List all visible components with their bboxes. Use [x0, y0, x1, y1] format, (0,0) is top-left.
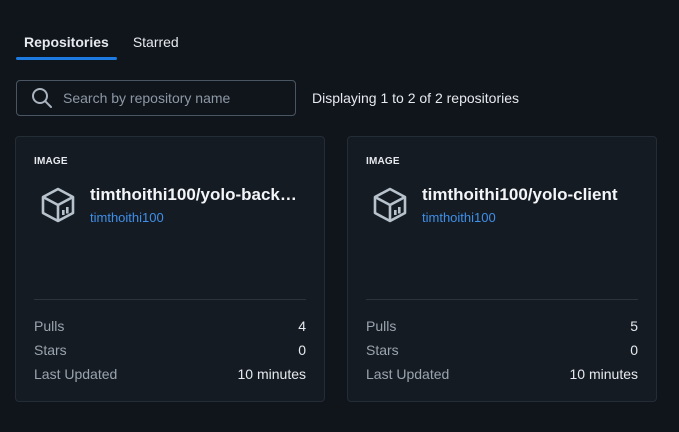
- repository-owner-link[interactable]: timthoithi100: [90, 210, 164, 225]
- search-icon: [32, 88, 52, 108]
- search-input[interactable]: [63, 90, 283, 106]
- pulls-value: 5: [630, 318, 638, 334]
- card-divider: [366, 299, 638, 300]
- pulls-stat: Pulls 5: [366, 318, 638, 336]
- stars-value: 0: [630, 342, 638, 358]
- container-image-icon: [373, 187, 407, 223]
- repositories-page: Repositories Starred Displaying 1 to 2 o…: [0, 0, 679, 432]
- last-updated-value: 10 minutes: [237, 366, 306, 382]
- last-updated-label: Last Updated: [34, 366, 118, 382]
- pulls-value: 4: [298, 318, 306, 334]
- repository-type-label: IMAGE: [34, 156, 68, 167]
- repository-card[interactable]: IMAGE timthoithi100/yolo-client timthoit…: [347, 136, 657, 402]
- last-updated-stat: Last Updated 10 minutes: [34, 366, 306, 384]
- container-image-icon: [41, 187, 75, 223]
- repository-card[interactable]: IMAGE timthoithi100/yolo-backend timthoi…: [15, 136, 325, 402]
- repository-type-label: IMAGE: [366, 156, 400, 167]
- last-updated-value: 10 minutes: [569, 366, 638, 382]
- card-divider: [34, 299, 306, 300]
- stars-label: Stars: [34, 342, 67, 358]
- tab-starred[interactable]: Starred: [125, 24, 187, 60]
- last-updated-label: Last Updated: [366, 366, 450, 382]
- tab-repositories[interactable]: Repositories: [16, 24, 117, 60]
- result-count: Displaying 1 to 2 of 2 repositories: [312, 90, 519, 106]
- stars-value: 0: [298, 342, 306, 358]
- pulls-label: Pulls: [366, 318, 397, 334]
- pulls-stat: Pulls 4: [34, 318, 306, 336]
- last-updated-stat: Last Updated 10 minutes: [366, 366, 638, 384]
- repository-owner-link[interactable]: timthoithi100: [422, 210, 496, 225]
- pulls-label: Pulls: [34, 318, 65, 334]
- repository-name[interactable]: timthoithi100/yolo-backend: [90, 185, 306, 205]
- stars-stat: Stars 0: [366, 342, 638, 360]
- repository-name[interactable]: timthoithi100/yolo-client: [422, 185, 638, 205]
- stars-stat: Stars 0: [34, 342, 306, 360]
- tab-bar: Repositories Starred: [16, 24, 187, 60]
- stars-label: Stars: [366, 342, 399, 358]
- search-box: [16, 80, 296, 116]
